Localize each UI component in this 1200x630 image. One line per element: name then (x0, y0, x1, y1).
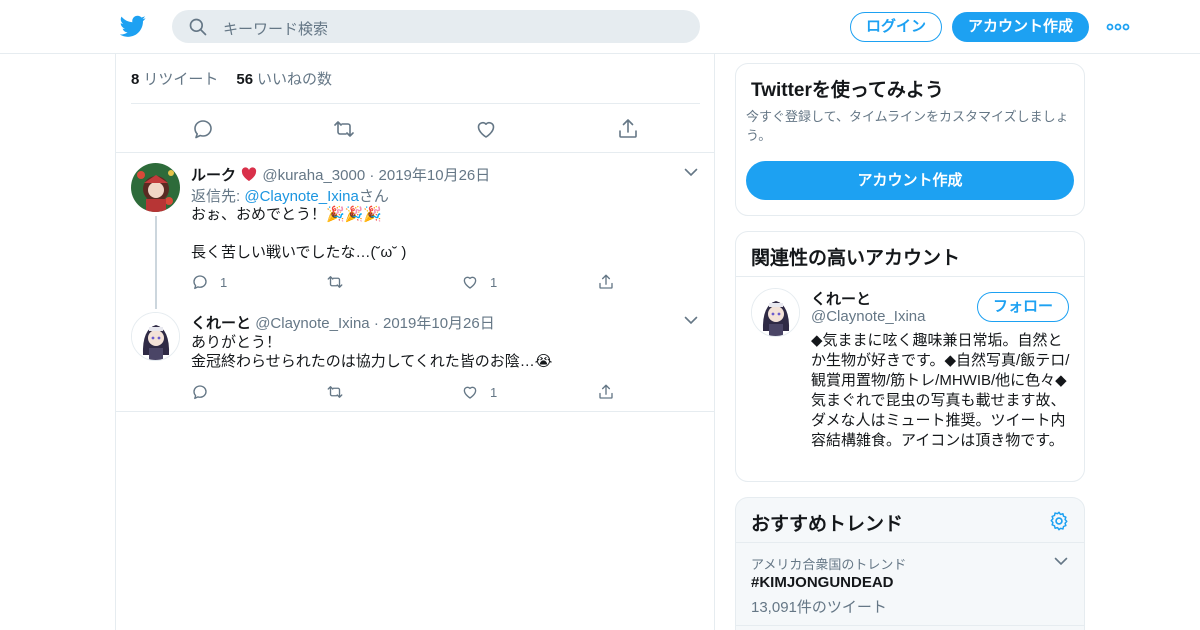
reply-context: 返信先: @Claynote_Ixinaさん (191, 185, 389, 206)
signup-card-button[interactable]: アカウント作成 (746, 161, 1074, 200)
separator-dot: · (369, 167, 375, 184)
trend-location: アメリカ合衆国のトレンド (751, 557, 907, 572)
like-count: 1 (490, 275, 498, 290)
related-accounts-card: 関連性の高いアカウント くれーと @Claynote_Ixina フォロー ◆気… (735, 231, 1085, 482)
like-icon[interactable] (461, 273, 479, 291)
display-name[interactable]: ルーク (191, 167, 236, 184)
search-icon (189, 18, 207, 36)
gear-icon[interactable] (1048, 510, 1070, 532)
signup-card: Twitterを使ってみよう 今すぐ登録して、タイムラインをカスタマイズしましょ… (735, 63, 1085, 216)
divider (736, 542, 1084, 543)
reply-count: 1 (220, 275, 228, 290)
timestamp[interactable]: 2019年10月26日 (379, 167, 491, 184)
trend-tweet-count: 13,091件のツイート (751, 599, 887, 616)
tweet-stats: 8 リツイート 56 いいねの数 (131, 68, 332, 89)
like-icon[interactable] (461, 383, 479, 401)
search-box[interactable]: キーワード検索 (172, 10, 700, 43)
username[interactable]: @Claynote_Ixina (255, 315, 369, 332)
reply-tweet[interactable]: くれーと @Claynote_Ixina · 2019年10月26日 ありがとう… (116, 310, 714, 411)
divider (116, 411, 714, 412)
trend-hashtag[interactable]: #KIMJONGUNDEAD (751, 574, 894, 591)
top-navigation-bar: キーワード検索 ログイン アカウント作成 (0, 0, 1200, 54)
reply-prefix: 返信先: (191, 188, 245, 205)
main-tweet-actions (116, 104, 714, 153)
chevron-down-icon[interactable] (684, 315, 698, 325)
divider (736, 276, 1084, 277)
display-name[interactable]: くれーと (191, 315, 251, 332)
separator-dot: · (373, 315, 379, 332)
like-icon[interactable] (474, 117, 498, 141)
trends-card-title: おすすめトレンド (751, 514, 904, 535)
share-icon[interactable] (597, 273, 615, 291)
search-input[interactable]: キーワード検索 (223, 18, 328, 39)
retweet-icon[interactable] (326, 383, 344, 401)
username[interactable]: @kuraha_3000 (262, 167, 365, 184)
tweet-actions: 1 1 (191, 273, 631, 293)
retweet-icon[interactable] (326, 273, 344, 291)
signup-card-description: 今すぐ登録して、タイムラインをカスタマイズしましょう。 (746, 109, 1069, 143)
related-account-handle[interactable]: @Claynote_Ixina (811, 308, 925, 325)
retweet-icon[interactable] (332, 117, 356, 141)
follow-button[interactable]: フォロー (977, 292, 1069, 322)
like-count: 56 (236, 71, 254, 88)
more-icon[interactable] (1106, 17, 1130, 37)
reply-mention-link[interactable]: @Claynote_Ixina (244, 188, 358, 205)
retweet-stat-label[interactable]: リツイート (143, 71, 218, 88)
like-stat-label[interactable]: いいねの数 (257, 71, 332, 88)
share-icon[interactable] (597, 383, 615, 401)
avatar[interactable] (131, 312, 180, 361)
twitter-bird-icon[interactable] (120, 13, 146, 39)
trends-card: おすすめトレンド アメリカ合衆国のトレンド #KIMJONGUNDEAD 13,… (735, 497, 1085, 630)
chevron-down-icon[interactable] (1054, 556, 1068, 566)
reply-icon[interactable] (191, 117, 215, 141)
main-timeline-column: 8 リツイート 56 いいねの数 ルーク @kuraha_3000 · 2019… (115, 54, 715, 630)
related-card-title: 関連性の高いアカウント (751, 248, 961, 269)
reply-icon[interactable] (191, 273, 209, 291)
tweet-header: くれーと @Claynote_Ixina · 2019年10月26日 (191, 312, 495, 333)
reply-tweet[interactable]: ルーク @kuraha_3000 · 2019年10月26日 返信先: @Cla… (116, 153, 714, 310)
share-icon[interactable] (616, 117, 640, 141)
signup-card-title: Twitterを使ってみよう (751, 80, 944, 101)
thread-line (155, 216, 157, 309)
divider (736, 625, 1084, 626)
tweet-text: ありがとう！ 金冠終わらせられたのは協力してくれた皆のお陰…😭 (191, 334, 553, 370)
tweet-header: ルーク @kuraha_3000 · 2019年10月26日 (191, 164, 490, 185)
related-account-bio: ◆気ままに呟く趣味兼日常垢。自然とか生物が好きです。◆自然写真/飯テロ/観賞用置… (811, 332, 1070, 449)
emoji-heart-icon (242, 167, 257, 181)
tweet-text: おぉ、おめでとう！🎉🎉🎉 長く苦しい戦いでしたな…(˘ω˘ ) (191, 206, 407, 261)
retweet-count: 8 (131, 71, 140, 88)
signup-button[interactable]: アカウント作成 (952, 12, 1089, 42)
like-count: 1 (490, 385, 498, 400)
reply-suffix: さん (358, 188, 389, 205)
timestamp[interactable]: 2019年10月26日 (383, 315, 495, 332)
reply-icon[interactable] (191, 383, 209, 401)
related-account-name[interactable]: くれーと (811, 288, 871, 309)
avatar[interactable] (751, 288, 800, 337)
avatar[interactable] (131, 163, 180, 212)
chevron-down-icon[interactable] (684, 167, 698, 177)
tweet-actions: 1 (191, 383, 631, 403)
login-button[interactable]: ログイン (850, 12, 942, 42)
